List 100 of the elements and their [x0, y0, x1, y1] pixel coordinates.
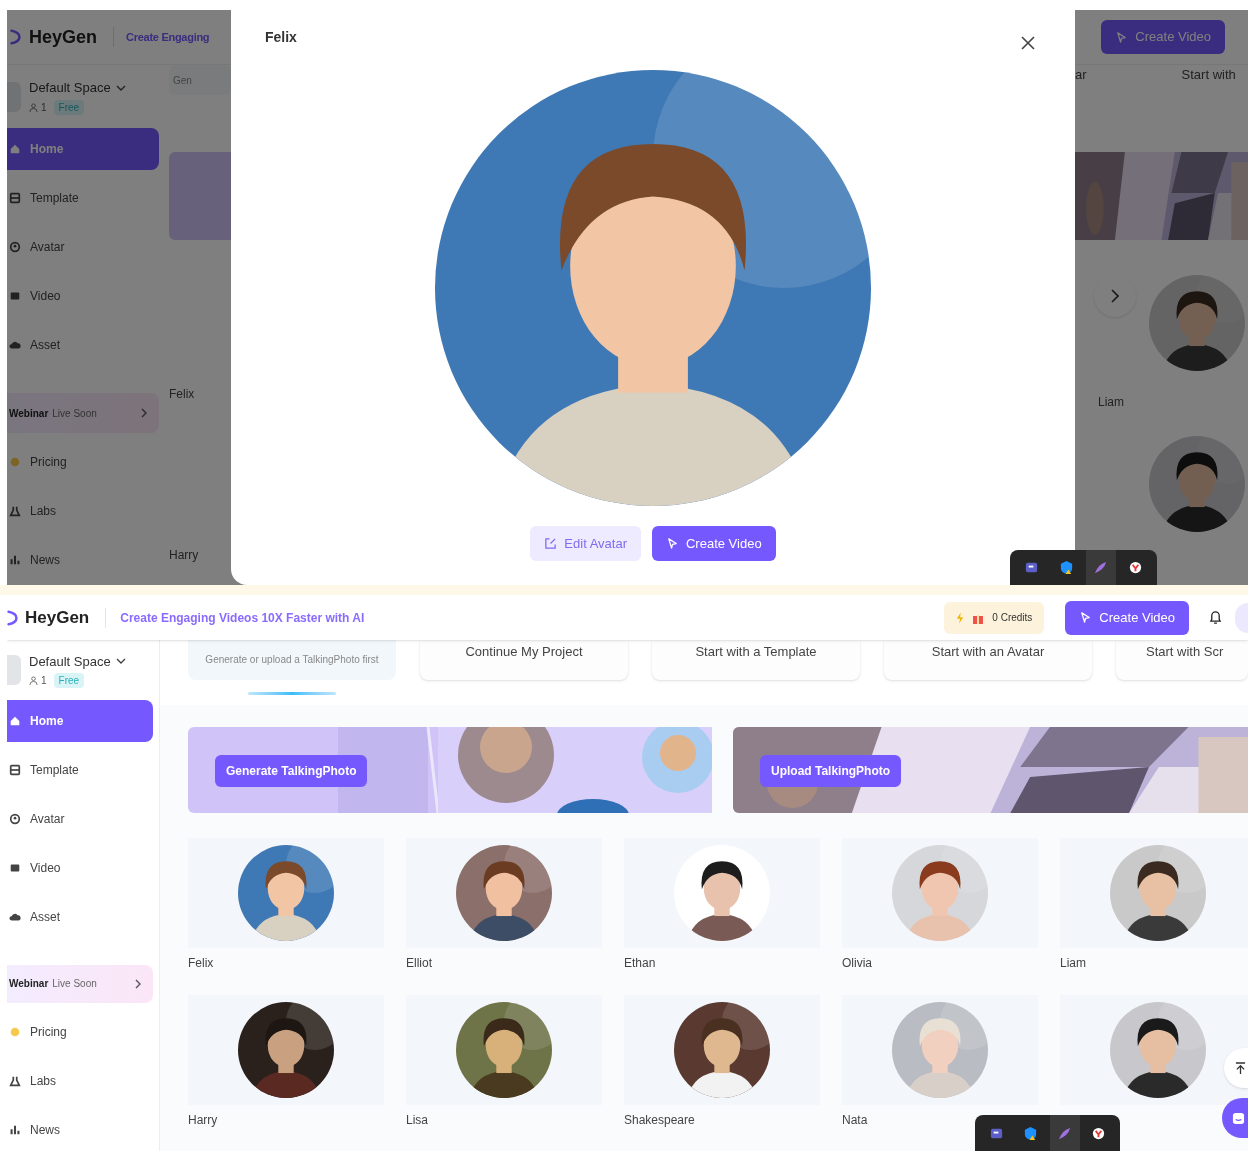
- chevron-right-icon: [1111, 289, 1119, 303]
- sidebar-item[interactable]: Video: [7, 275, 159, 317]
- talkingphoto-button[interactable]: Generate TalkingPhoto: [215, 755, 368, 787]
- shield-icon[interactable]: [1058, 560, 1074, 575]
- avatar-name: Harry: [169, 547, 200, 560]
- card-subtitle: Gen: [173, 73, 192, 88]
- sidebar-item[interactable]: Labs: [7, 1060, 153, 1102]
- sidebar-item[interactable]: Template: [7, 748, 153, 791]
- sidebar-item[interactable]: Pricing: [7, 1011, 153, 1053]
- quick-action-card[interactable]: Continue My Project: [420, 640, 628, 680]
- lightning-icon: [956, 611, 965, 624]
- create-video-button[interactable]: Create Video: [1065, 600, 1189, 635]
- create-video-button[interactable]: Create Video: [652, 526, 776, 561]
- modal-title: Felix: [265, 28, 297, 47]
- avatar-name: Felix: [169, 386, 196, 399]
- create-video-button[interactable]: Create Video: [1101, 20, 1225, 54]
- chevron-right-icon: [135, 978, 141, 989]
- bar-chart-icon: [9, 554, 21, 566]
- flask-icon: [9, 505, 21, 517]
- avatar-name: Liam: [1098, 394, 1125, 407]
- sidebar-item[interactable]: Video: [7, 846, 153, 889]
- logo-icon: [7, 608, 18, 627]
- sidebar-item[interactable]: Home: [7, 699, 153, 742]
- tagline: Create Engaging Videos 10X Faster with AI: [120, 609, 365, 627]
- person-icon: [29, 102, 38, 112]
- sidebar-item[interactable]: Asset: [7, 895, 153, 938]
- sidebar-item[interactable]: News: [7, 1109, 153, 1151]
- card-title: Start with: [1181, 66, 1236, 84]
- webinar-banner[interactable]: Webinar Live Soon: [7, 964, 153, 1003]
- chat-icon: [1232, 1111, 1245, 1125]
- grid-icon: [9, 192, 21, 204]
- avatar-name: Shakespeare: [624, 1112, 696, 1125]
- edit-avatar-button[interactable]: Edit Avatar: [530, 526, 641, 561]
- avatar-card[interactable]: [188, 995, 384, 1105]
- avatar-name: Liam: [1060, 955, 1087, 968]
- user-icon: [9, 241, 21, 253]
- sidebar-item[interactable]: Template: [7, 177, 159, 219]
- close-button[interactable]: [1019, 34, 1037, 52]
- avatar-card[interactable]: [188, 838, 384, 948]
- cloud-icon: [9, 339, 21, 351]
- edit-icon: [544, 537, 558, 550]
- home-icon: [9, 143, 21, 155]
- arrow-up-icon: [1235, 1061, 1246, 1075]
- sidebar-item[interactable]: News: [7, 539, 159, 581]
- bar-chart-icon: [9, 1124, 21, 1136]
- plan-badge: Free: [53, 673, 85, 689]
- talkingphoto-button[interactable]: Upload TalkingPhoto: [760, 755, 902, 787]
- close-icon: [1019, 34, 1037, 52]
- webinar-banner[interactable]: Webinar Live Soon: [7, 393, 159, 433]
- avatar-card[interactable]: [624, 995, 820, 1105]
- quick-action-card[interactable]: Start with a Template: [652, 640, 860, 680]
- quick-action-card[interactable]: Start with Scr: [1116, 640, 1248, 680]
- workspace-icon: [7, 81, 21, 112]
- circle-app-icon[interactable]: [1128, 560, 1144, 575]
- feather-icon[interactable]: [1057, 1125, 1073, 1141]
- credits-chip[interactable]: 0 Credits: [944, 601, 1045, 634]
- avatar-card[interactable]: [1060, 838, 1248, 948]
- avatar-name: Harry: [188, 1112, 219, 1125]
- user-icon: [9, 812, 21, 825]
- circle-app-icon[interactable]: [1091, 1125, 1107, 1141]
- workspace-selector[interactable]: Default Space: [29, 78, 126, 98]
- avatar-name: Olivia: [842, 955, 873, 968]
- quick-action-card[interactable]: Generate or upload a TalkingPhoto first: [188, 640, 396, 680]
- feather-icon[interactable]: [1093, 560, 1109, 575]
- video-icon: [9, 290, 21, 302]
- avatar-card[interactable]: [624, 838, 820, 948]
- cursor-icon: [666, 537, 679, 550]
- home-icon: [9, 714, 21, 727]
- sidebar-item[interactable]: Home: [7, 128, 159, 170]
- cursor-icon: [1115, 30, 1129, 44]
- avatar-name: Elliot: [406, 955, 433, 968]
- quick-action-card[interactable]: Start with an Avatar: [884, 640, 1092, 680]
- sidebar-item[interactable]: Avatar: [7, 797, 153, 840]
- sidebar-item[interactable]: Avatar: [7, 226, 159, 268]
- member-count: 1: [41, 674, 47, 689]
- avatar-name: Lisa: [406, 1112, 429, 1125]
- person-icon: [29, 676, 38, 686]
- sidebar-item[interactable]: Labs: [7, 490, 159, 532]
- avatar-card[interactable]: [406, 838, 602, 948]
- shield-icon[interactable]: [1022, 1125, 1038, 1141]
- square-app-icon[interactable]: [1023, 560, 1039, 575]
- chevron-right-icon: [141, 408, 147, 418]
- bell-icon[interactable]: [1209, 610, 1222, 625]
- avatar-card[interactable]: [406, 995, 602, 1105]
- tagline: Create Engaging: [126, 29, 210, 45]
- flask-icon: [9, 1075, 21, 1087]
- member-count: 1: [41, 100, 47, 115]
- workspace-icon: [7, 654, 21, 685]
- avatar-card[interactable]: [1060, 995, 1248, 1105]
- avatar-name: Nata: [842, 1112, 869, 1125]
- sidebar-item[interactable]: Pricing: [7, 441, 159, 483]
- coin-icon: [9, 1026, 21, 1038]
- avatar-name: Felix: [188, 955, 215, 968]
- card-title: ar: [1075, 66, 1087, 84]
- brand-name: HeyGen: [29, 25, 98, 49]
- brand-name: HeyGen: [25, 606, 90, 629]
- avatar-card[interactable]: [842, 838, 1038, 948]
- grid-icon: [9, 763, 21, 776]
- sidebar-item[interactable]: Asset: [7, 324, 159, 366]
- workspace-selector[interactable]: Default Space: [29, 651, 126, 672]
